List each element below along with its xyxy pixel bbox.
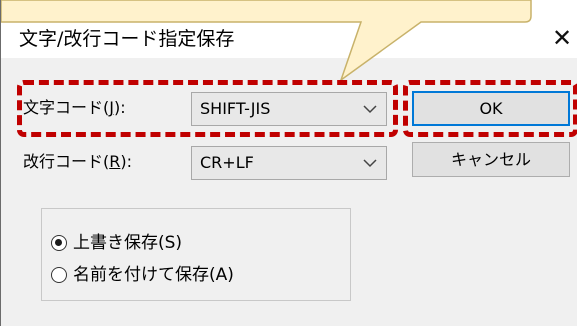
newline-select[interactable]: CR+LF (191, 146, 387, 180)
cancel-button[interactable]: キャンセル (412, 142, 570, 177)
charset-select[interactable]: SHIFT-JIS (191, 92, 387, 126)
title-bar: 文字/改行コード指定保存 ✕ (1, 0, 577, 58)
radio-unchecked-icon (51, 267, 67, 283)
newline-label: 改行コード(R): (23, 152, 133, 171)
radio-overwrite-label: 上書き保存(S) (73, 233, 183, 253)
chevron-down-icon (363, 159, 377, 168)
radio-save-as-label: 名前を付けて保存(A) (73, 265, 234, 285)
radio-checked-icon (51, 235, 67, 251)
charset-value: SHIFT-JIS (200, 99, 271, 118)
save-dialog: 文字/改行コード指定保存 ✕ 文字コード(J): SHIFT-JIS 改行コード… (0, 0, 577, 326)
charset-label: 文字コード(J): (23, 98, 126, 117)
ok-button[interactable]: OK (412, 91, 570, 126)
newline-value: CR+LF (200, 153, 254, 172)
chevron-down-icon (363, 105, 377, 114)
dialog-title: 文字/改行コード指定保存 (19, 28, 235, 50)
close-icon[interactable]: ✕ (547, 22, 577, 54)
